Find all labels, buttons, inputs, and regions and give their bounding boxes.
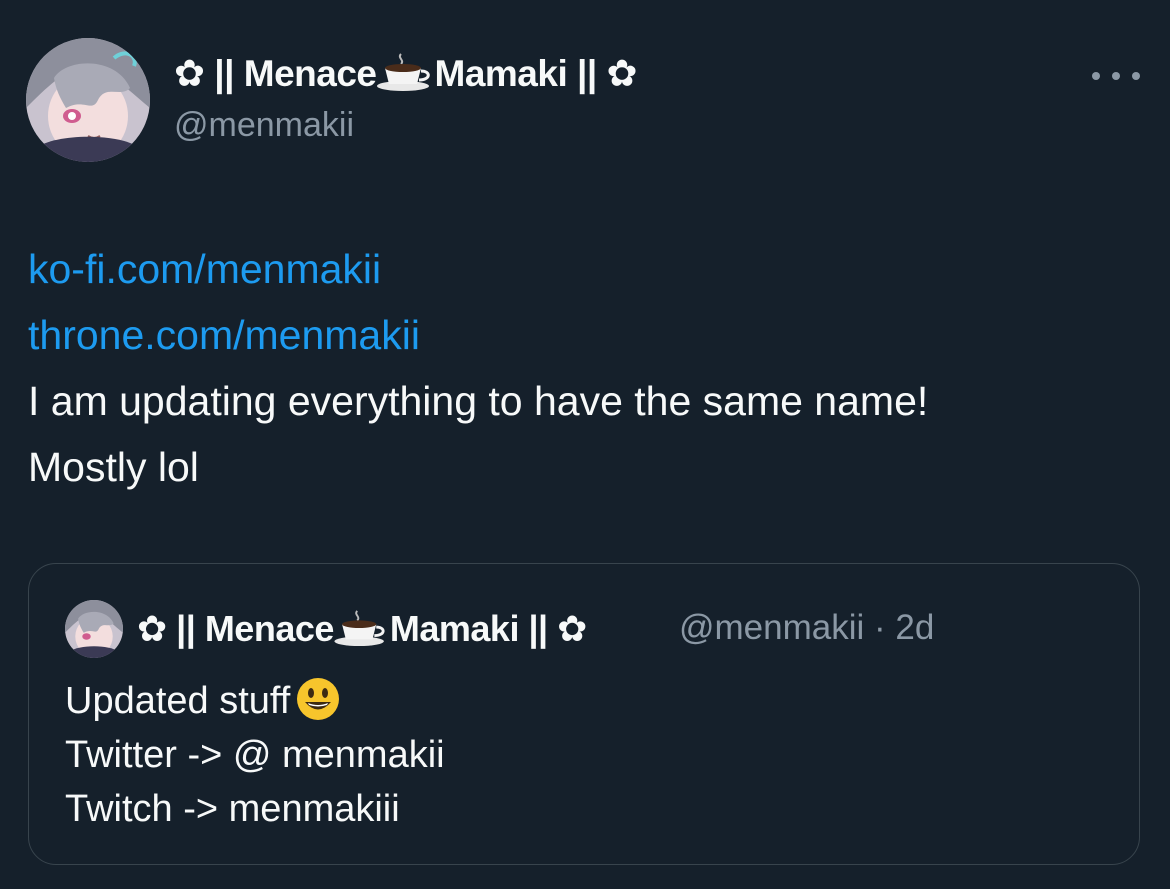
quote-display-name: ✿ || Menace Mamaki || ✿ [137, 608, 587, 656]
hot-beverage-icon [334, 609, 390, 656]
quote-line: Updated stuff [65, 674, 445, 728]
tweet-body: ko-fi.com/menmakii throne.com/menmakii I… [28, 236, 928, 500]
tweet-text-line: Mostly lol [28, 444, 199, 490]
quoted-tweet[interactable]: ✿ || Menace Mamaki || ✿ @menmakii · 2d Up… [28, 563, 1140, 865]
tweet-text-line: I am updating everything to have the sam… [28, 378, 929, 424]
grinning-face-icon [296, 677, 340, 721]
quote-body: Updated stuff Twitter -> @ menmakii Twit… [65, 674, 445, 836]
quote-line: Twitch -> menmakiii [65, 788, 400, 830]
throne-link[interactable]: throne.com/menmakii [28, 302, 928, 368]
kofi-link[interactable]: ko-fi.com/menmakii [28, 236, 928, 302]
more-options-icon[interactable] [1092, 62, 1140, 90]
quote-handle-time: @menmakii · 2d [679, 608, 935, 647]
quote-avatar[interactable] [65, 600, 123, 658]
quote-line: Twitter -> @ menmakii [65, 734, 445, 776]
hot-beverage-icon [376, 52, 435, 101]
display-name[interactable]: ✿ || Menace Mamaki || ✿ [174, 52, 637, 101]
handle[interactable]: @menmakii [174, 106, 354, 145]
avatar[interactable] [26, 38, 150, 162]
